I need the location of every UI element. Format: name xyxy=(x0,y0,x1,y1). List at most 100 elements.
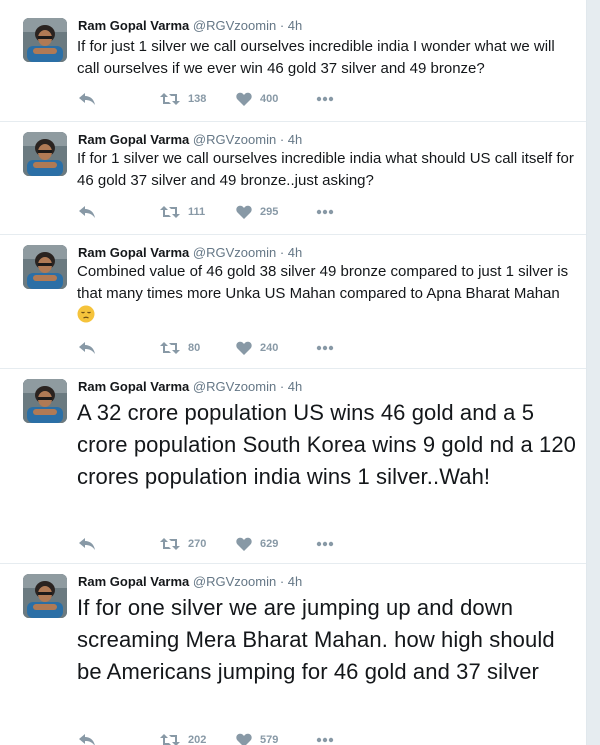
tweet-header: Ram Gopal Varma @RGVzoomin · 4h xyxy=(78,245,302,261)
avatar[interactable] xyxy=(23,132,67,176)
like-count: 629 xyxy=(260,538,279,550)
retweet-count: 270 xyxy=(188,538,207,550)
retweet-icon xyxy=(160,93,180,105)
avatar[interactable] xyxy=(23,18,67,62)
like-count: 295 xyxy=(260,206,279,218)
avatar[interactable] xyxy=(23,574,67,618)
tweet-text: If for just 1 silver we call ourselves i… xyxy=(77,38,555,77)
tweet-text: If for one silver we are jumping up and … xyxy=(77,595,555,684)
tweet-header: Ram Gopal Varma @RGVzoomin · 4h xyxy=(78,379,302,395)
tweet-feed: Ram Gopal Varma @RGVzoomin · 4h If for j… xyxy=(0,0,587,745)
like-button[interactable]: 400 xyxy=(236,89,278,109)
tweet[interactable]: Ram Gopal Varma @RGVzoomin · 4h If for o… xyxy=(0,564,586,745)
timestamp[interactable]: 4h xyxy=(288,132,302,147)
reply-icon xyxy=(79,342,95,354)
reply-icon xyxy=(79,734,95,745)
more-dots-icon xyxy=(316,209,334,215)
author-name[interactable]: Ram Gopal Varma xyxy=(78,18,189,33)
more-button[interactable] xyxy=(316,534,334,554)
tweet[interactable]: Ram Gopal Varma @RGVzoomin · 4h Combined… xyxy=(0,235,586,369)
separator: · xyxy=(279,574,285,589)
retweet-icon xyxy=(160,206,180,218)
retweet-button[interactable]: 202 xyxy=(160,730,206,745)
tweet-actions: 80 240 xyxy=(78,338,378,358)
avatar[interactable] xyxy=(23,379,67,423)
tweet[interactable]: Ram Gopal Varma @RGVzoomin · 4h If for j… xyxy=(0,0,586,122)
reply-button[interactable] xyxy=(78,338,96,358)
reply-icon xyxy=(79,206,95,218)
retweet-button[interactable]: 111 xyxy=(160,202,205,222)
retweet-count: 111 xyxy=(188,206,206,218)
like-button[interactable]: 579 xyxy=(236,730,278,745)
author-handle[interactable]: @RGVzoomin xyxy=(193,18,276,33)
like-count: 579 xyxy=(260,734,279,745)
like-button[interactable]: 240 xyxy=(236,338,278,358)
reply-icon xyxy=(79,538,95,550)
reply-button[interactable] xyxy=(78,534,96,554)
like-count: 400 xyxy=(260,93,279,105)
tweet-header: Ram Gopal Varma @RGVzoomin · 4h xyxy=(78,574,302,590)
reply-button[interactable] xyxy=(78,89,96,109)
tweet-text-block: Combined value of 46 gold 38 silver 49 b… xyxy=(77,261,577,330)
retweet-count: 202 xyxy=(188,734,207,745)
retweet-button[interactable]: 80 xyxy=(160,338,200,358)
separator: · xyxy=(279,132,285,147)
reply-button[interactable] xyxy=(78,202,96,222)
author-handle[interactable]: @RGVzoomin xyxy=(193,379,276,394)
separator: · xyxy=(279,18,285,33)
author-handle[interactable]: @RGVzoomin xyxy=(193,245,276,260)
separator: · xyxy=(279,379,285,394)
profile-photo-icon xyxy=(23,574,67,618)
retweet-icon xyxy=(160,342,180,354)
tweet-text: If for 1 silver we call ourselves incred… xyxy=(77,150,574,189)
avatar[interactable] xyxy=(23,245,67,289)
retweet-icon xyxy=(160,538,180,550)
author-name[interactable]: Ram Gopal Varma xyxy=(78,574,189,589)
tweet-header: Ram Gopal Varma @RGVzoomin · 4h xyxy=(78,18,302,34)
timestamp[interactable]: 4h xyxy=(288,379,302,394)
profile-photo-icon xyxy=(23,379,67,423)
separator: · xyxy=(279,245,285,260)
profile-photo-icon xyxy=(23,132,67,176)
heart-icon xyxy=(236,537,252,551)
more-button[interactable] xyxy=(316,730,334,745)
author-handle[interactable]: @RGVzoomin xyxy=(193,132,276,147)
retweet-icon xyxy=(160,734,180,745)
heart-icon xyxy=(236,205,252,219)
timestamp[interactable]: 4h xyxy=(288,18,302,33)
more-button[interactable] xyxy=(316,338,334,358)
author-handle[interactable]: @RGVzoomin xyxy=(193,574,276,589)
profile-photo-icon xyxy=(23,18,67,62)
like-button[interactable]: 295 xyxy=(236,202,278,222)
tweet[interactable]: Ram Gopal Varma @RGVzoomin · 4h A 32 cro… xyxy=(0,369,586,564)
author-name[interactable]: Ram Gopal Varma xyxy=(78,132,189,147)
tweet-actions: 111 295 xyxy=(78,202,378,222)
pensive-face-emoji xyxy=(77,305,95,330)
timestamp[interactable]: 4h xyxy=(288,574,302,589)
retweet-button[interactable]: 138 xyxy=(160,89,206,109)
more-dots-icon xyxy=(316,345,334,351)
tweet-header: Ram Gopal Varma @RGVzoomin · 4h xyxy=(78,132,302,148)
tweet-text: Combined value of 46 gold 38 silver 49 b… xyxy=(77,263,569,302)
tweet-actions: 202 579 xyxy=(78,730,378,745)
heart-icon xyxy=(236,92,252,106)
more-dots-icon xyxy=(316,96,334,102)
author-name[interactable]: Ram Gopal Varma xyxy=(78,379,189,394)
like-button[interactable]: 629 xyxy=(236,534,278,554)
heart-icon xyxy=(236,733,252,745)
like-count: 240 xyxy=(260,342,279,354)
heart-icon xyxy=(236,341,252,355)
timestamp[interactable]: 4h xyxy=(288,245,302,260)
more-button[interactable] xyxy=(316,202,334,222)
tweet-actions: 270 629 xyxy=(78,534,378,554)
more-dots-icon xyxy=(316,737,334,743)
reply-button[interactable] xyxy=(78,730,96,745)
tweet-actions: 138 400 xyxy=(78,89,378,109)
retweet-button[interactable]: 270 xyxy=(160,534,206,554)
more-dots-icon xyxy=(316,541,334,547)
retweet-count: 138 xyxy=(188,93,207,105)
retweet-count: 80 xyxy=(188,342,201,354)
author-name[interactable]: Ram Gopal Varma xyxy=(78,245,189,260)
tweet[interactable]: Ram Gopal Varma @RGVzoomin · 4h If for 1… xyxy=(0,122,586,235)
more-button[interactable] xyxy=(316,89,334,109)
